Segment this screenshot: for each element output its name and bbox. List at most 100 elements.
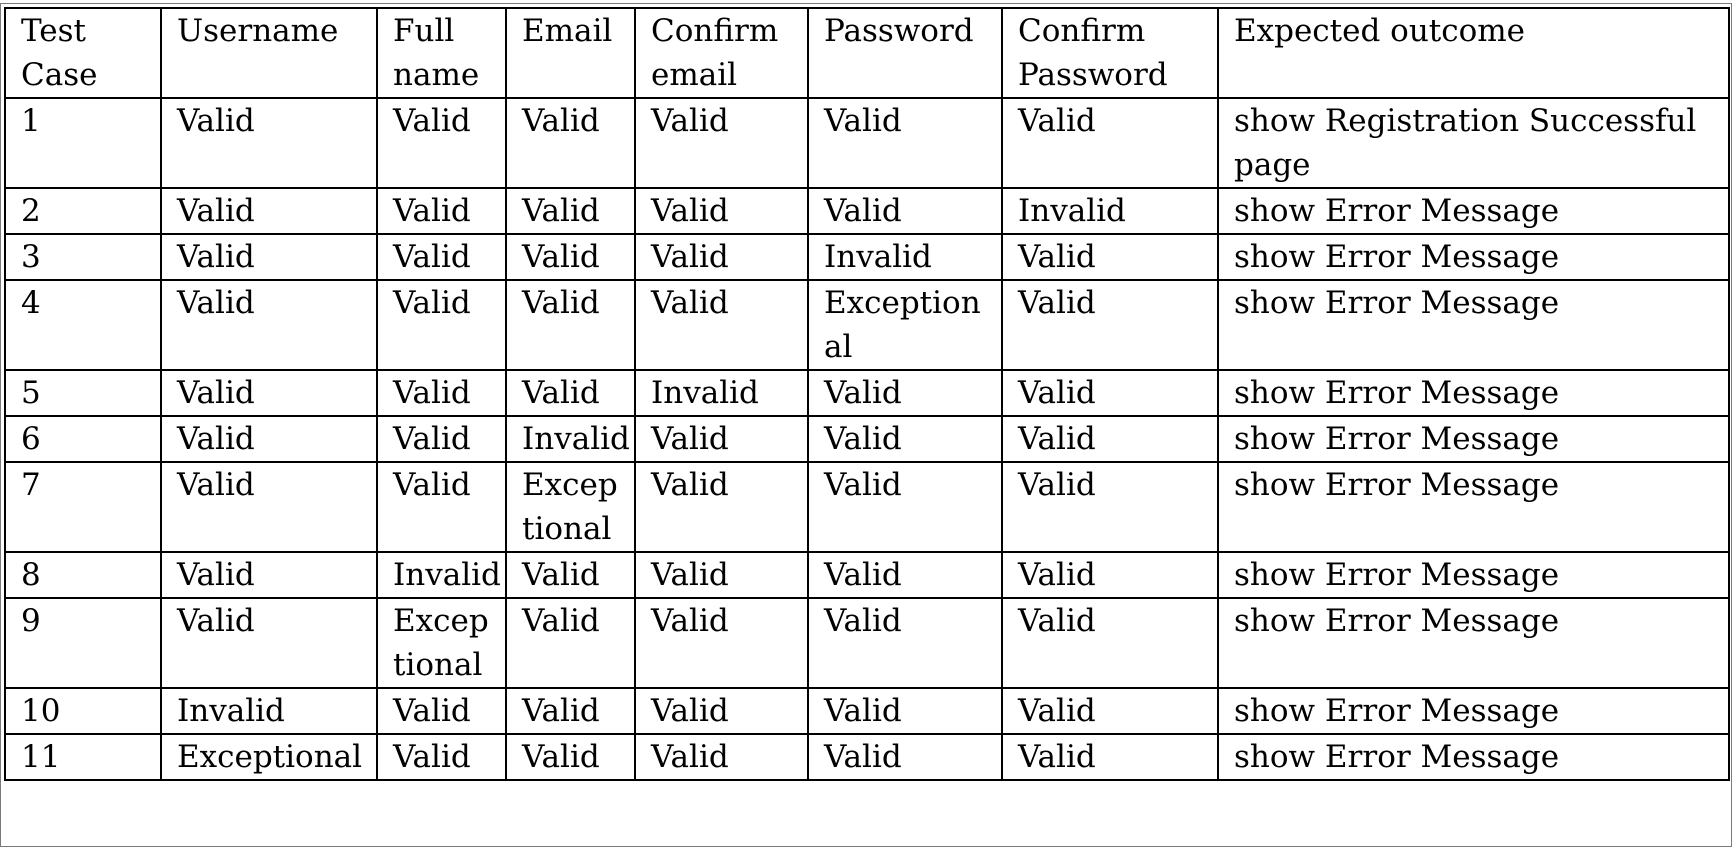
cell-full-name: Valid xyxy=(376,187,507,235)
cell-username: Valid xyxy=(160,415,378,463)
cell-full-name: Valid xyxy=(376,733,507,781)
cell-test-case: 4 xyxy=(4,279,162,371)
cell-username: Valid xyxy=(160,369,378,417)
header-username: Username xyxy=(160,7,378,99)
cell-password: Valid xyxy=(807,369,1003,417)
cell-password: Valid xyxy=(807,187,1003,235)
cell-password: Valid xyxy=(807,597,1003,689)
table-row: 8 Valid Invalid Valid Valid Valid Valid show Er… xyxy=(4,551,1730,599)
table-row: 7 Valid Valid Exceptional Valid Valid Valid sho… xyxy=(4,461,1730,553)
cell-password: Valid xyxy=(807,415,1003,463)
cell-full-name: Valid xyxy=(376,461,507,553)
cell-expected-outcome: show Error Message xyxy=(1217,461,1730,553)
document-page: Test Case Username Full name Email Confi… xyxy=(0,0,1734,850)
cell-expected-outcome: show Error Message xyxy=(1217,187,1730,235)
cell-confirm-password: Valid xyxy=(1001,687,1219,735)
cell-test-case: 7 xyxy=(4,461,162,553)
header-confirm-email: Confirm email xyxy=(634,7,809,99)
cell-email: Valid xyxy=(505,97,636,189)
header-email: Email xyxy=(505,7,636,99)
cell-confirm-password: Valid xyxy=(1001,733,1219,781)
cell-password: Invalid xyxy=(807,233,1003,281)
cell-test-case: 11 xyxy=(4,733,162,781)
cell-test-case: 3 xyxy=(4,233,162,281)
cell-confirm-password: Invalid xyxy=(1001,187,1219,235)
cell-password: Valid xyxy=(807,461,1003,553)
cell-confirm-email: Valid xyxy=(634,233,809,281)
table-header-row: Test Case Username Full name Email Confi… xyxy=(4,7,1730,99)
cell-confirm-email: Valid xyxy=(634,597,809,689)
table-row: 4 Valid Valid Valid Valid Exceptional Valid sho… xyxy=(4,279,1730,371)
table-row: 5 Valid Valid Valid Invalid Valid Valid show Er… xyxy=(4,369,1730,417)
test-case-table: Test Case Username Full name Email Confi… xyxy=(4,7,1730,781)
cell-test-case: 6 xyxy=(4,415,162,463)
cell-confirm-email: Valid xyxy=(634,687,809,735)
cell-full-name: Valid xyxy=(376,279,507,371)
table-body: 1 Valid Valid Valid Valid Valid Valid show Regi… xyxy=(4,97,1730,781)
cell-expected-outcome: show Error Message xyxy=(1217,687,1730,735)
table-row: 1 Valid Valid Valid Valid Valid Valid show Regi… xyxy=(4,97,1730,189)
cell-username: Invalid xyxy=(160,687,378,735)
cell-full-name: Exceptional xyxy=(376,597,507,689)
table-row: 3 Valid Valid Valid Valid Invalid Valid show Er… xyxy=(4,233,1730,281)
table-row: 10 Invalid Valid Valid Valid Valid Valid show E… xyxy=(4,687,1730,735)
cell-password: Valid xyxy=(807,733,1003,781)
cell-password: Exceptional xyxy=(807,279,1003,371)
cell-email: Valid xyxy=(505,279,636,371)
cell-full-name: Valid xyxy=(376,369,507,417)
cell-full-name: Valid xyxy=(376,687,507,735)
cell-confirm-email: Valid xyxy=(634,415,809,463)
cell-expected-outcome: show Error Message xyxy=(1217,415,1730,463)
cell-confirm-email: Invalid xyxy=(634,369,809,417)
cell-email: Valid xyxy=(505,187,636,235)
cell-email: Valid xyxy=(505,597,636,689)
cell-username: Exceptional xyxy=(160,733,378,781)
cell-username: Valid xyxy=(160,187,378,235)
cell-confirm-email: Valid xyxy=(634,187,809,235)
cell-expected-outcome: show Error Message xyxy=(1217,369,1730,417)
cell-expected-outcome: show Error Message xyxy=(1217,233,1730,281)
cell-confirm-email: Valid xyxy=(634,733,809,781)
cell-confirm-password: Valid xyxy=(1001,233,1219,281)
header-expected-outcome: Expected outcome xyxy=(1217,7,1730,99)
cell-email: Valid xyxy=(505,687,636,735)
cell-email: Valid xyxy=(505,369,636,417)
cell-test-case: 10 xyxy=(4,687,162,735)
cell-password: Valid xyxy=(807,687,1003,735)
cell-test-case: 2 xyxy=(4,187,162,235)
cell-confirm-password: Valid xyxy=(1001,461,1219,553)
cell-confirm-email: Valid xyxy=(634,279,809,371)
cell-full-name: Invalid xyxy=(376,551,507,599)
header-full-name: Full name xyxy=(376,7,507,99)
header-password: Password xyxy=(807,7,1003,99)
cell-expected-outcome: show Registration Successful page xyxy=(1217,97,1730,189)
cell-confirm-email: Valid xyxy=(634,97,809,189)
cell-full-name: Valid xyxy=(376,97,507,189)
cell-expected-outcome: show Error Message xyxy=(1217,551,1730,599)
cell-test-case: 8 xyxy=(4,551,162,599)
cell-full-name: Valid xyxy=(376,233,507,281)
cell-confirm-email: Valid xyxy=(634,461,809,553)
cell-test-case: 1 xyxy=(4,97,162,189)
table-row: 9 Valid Exceptional Valid Valid Valid Valid sho… xyxy=(4,597,1730,689)
cell-username: Valid xyxy=(160,97,378,189)
cell-password: Valid xyxy=(807,97,1003,189)
cell-expected-outcome: show Error Message xyxy=(1217,733,1730,781)
cell-email: Invalid xyxy=(505,415,636,463)
cell-email: Valid xyxy=(505,733,636,781)
cell-email: Exceptional xyxy=(505,461,636,553)
cell-confirm-password: Valid xyxy=(1001,415,1219,463)
cell-confirm-password: Valid xyxy=(1001,279,1219,371)
table-row: 11 Exceptional Valid Valid Valid Valid Valid sh… xyxy=(4,733,1730,781)
header-test-case: Test Case xyxy=(4,7,162,99)
cell-email: Valid xyxy=(505,233,636,281)
cell-full-name: Valid xyxy=(376,415,507,463)
cell-confirm-password: Valid xyxy=(1001,97,1219,189)
cell-test-case: 5 xyxy=(4,369,162,417)
cell-username: Valid xyxy=(160,233,378,281)
header-confirm-password: Confirm Password xyxy=(1001,7,1219,99)
cell-username: Valid xyxy=(160,279,378,371)
cell-username: Valid xyxy=(160,461,378,553)
cell-confirm-password: Valid xyxy=(1001,369,1219,417)
cell-confirm-password: Valid xyxy=(1001,551,1219,599)
